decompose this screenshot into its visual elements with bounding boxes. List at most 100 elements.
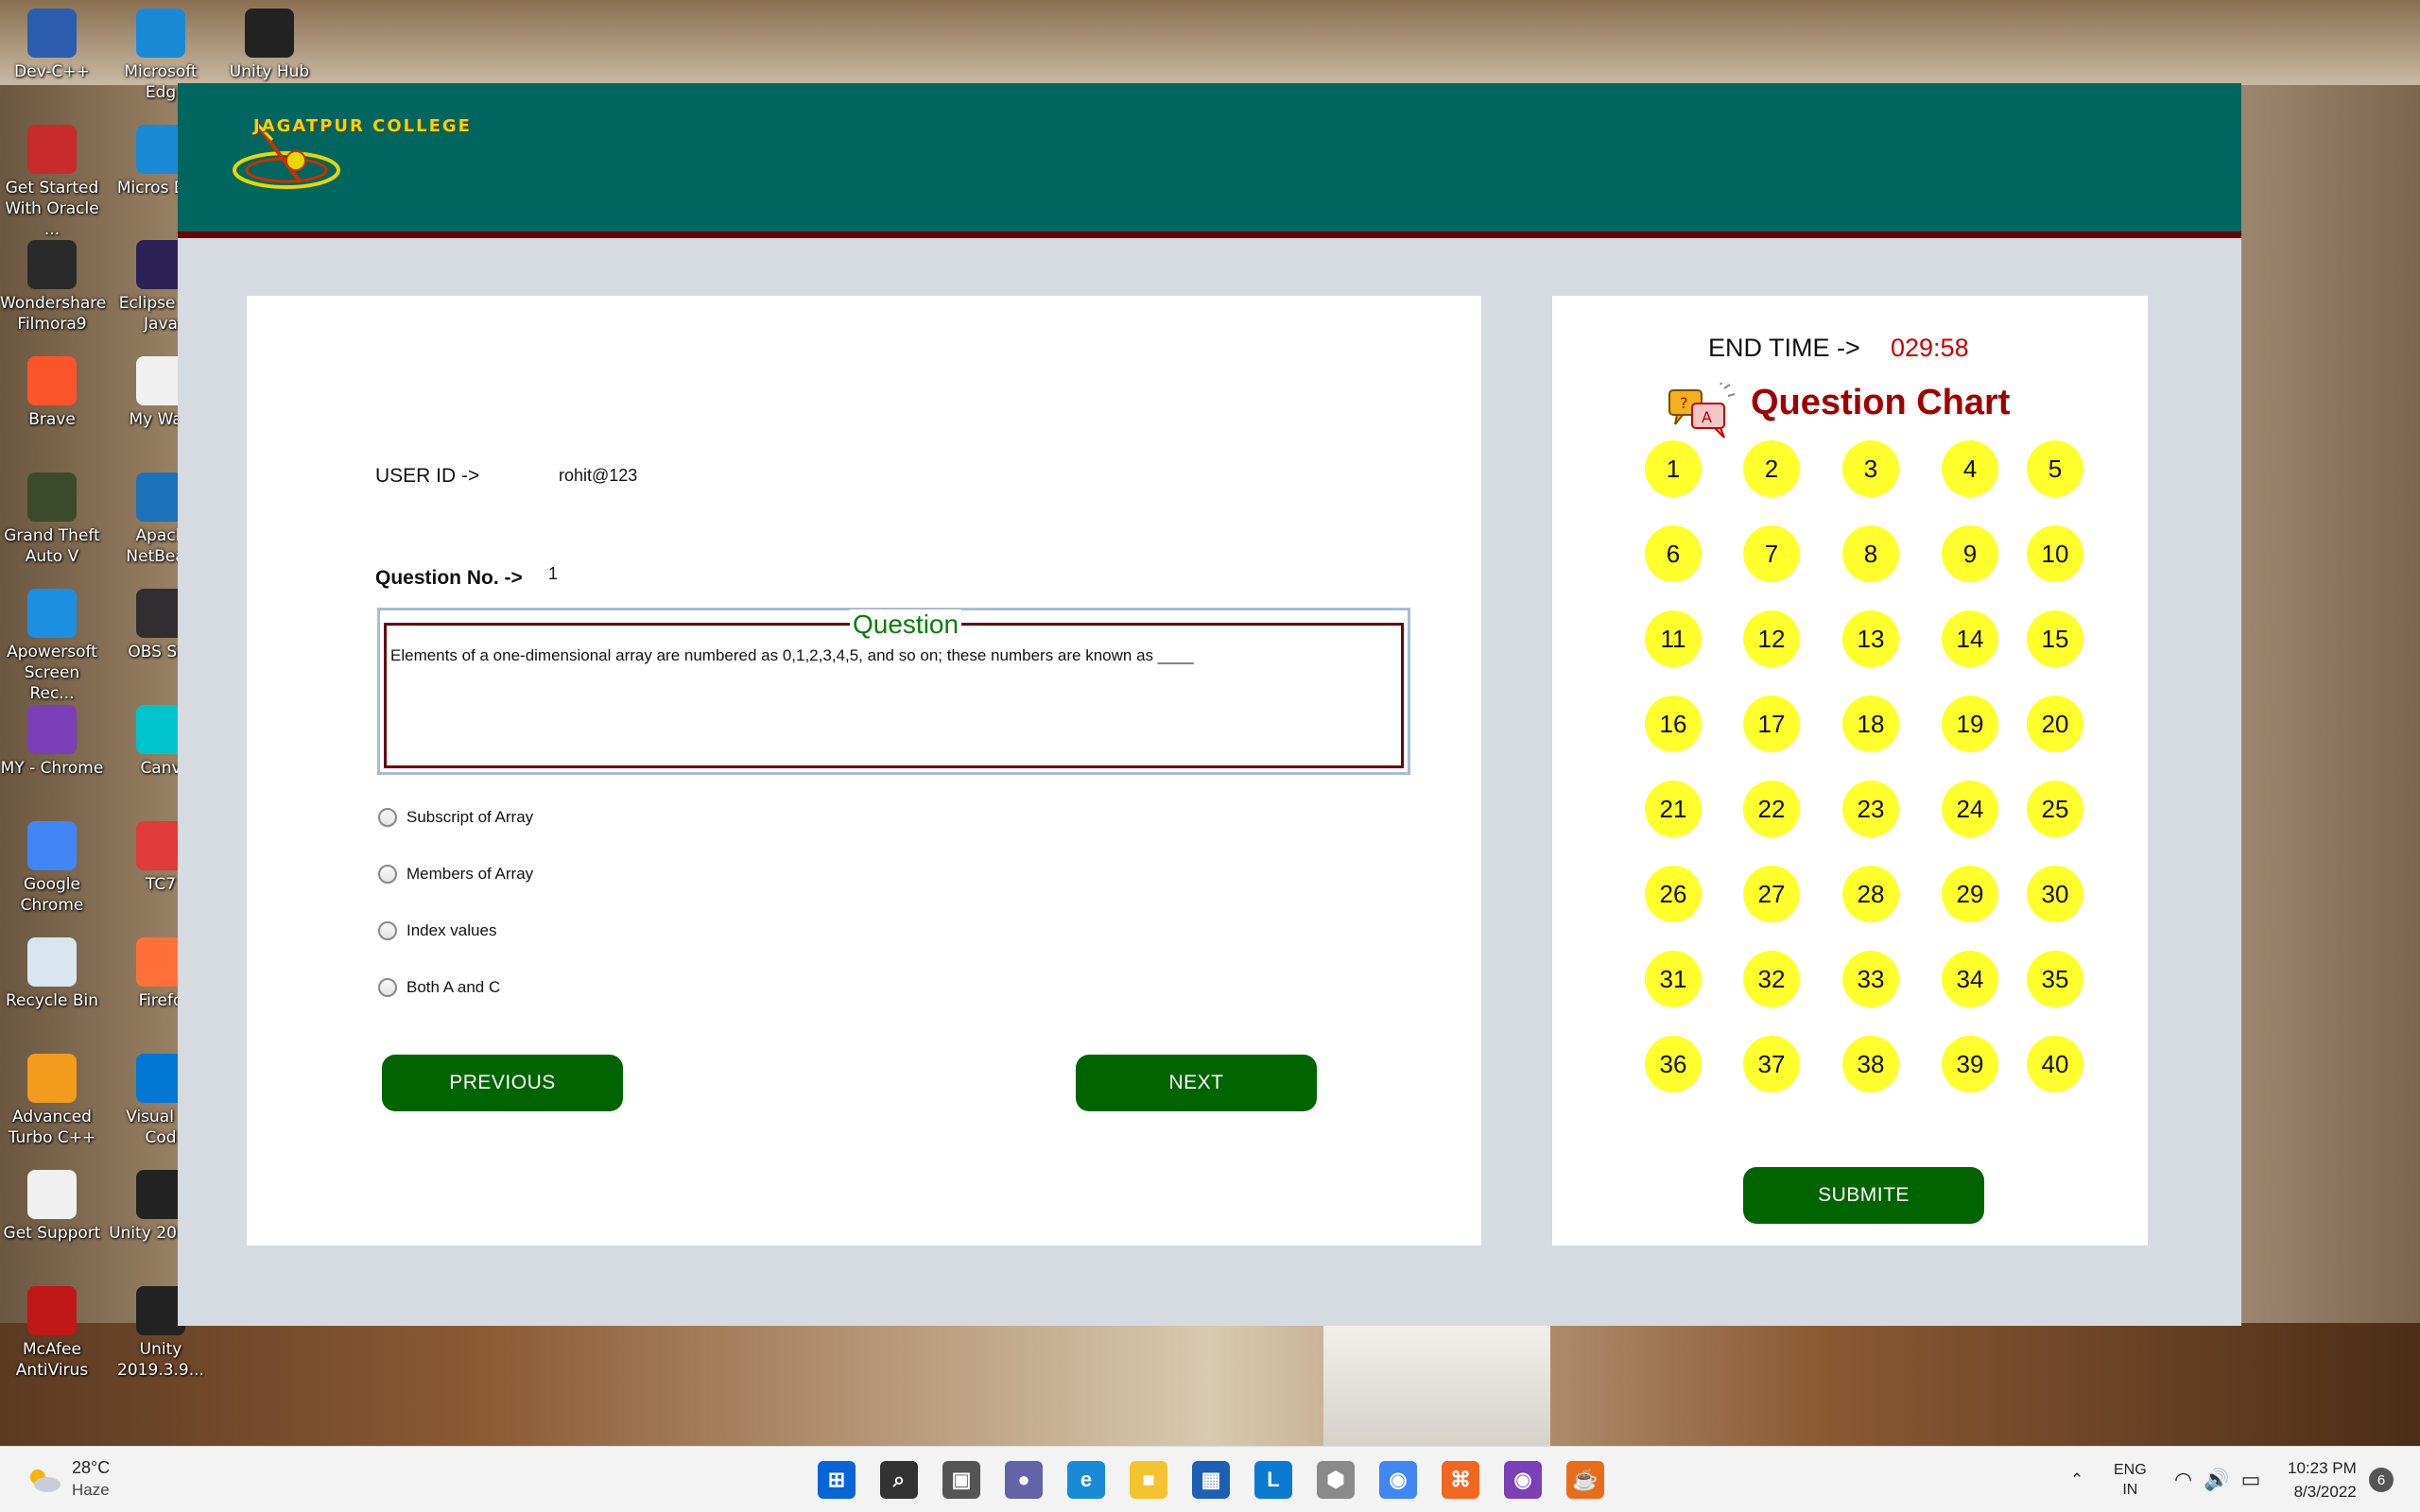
volume-icon[interactable]: 🔊 xyxy=(2204,1468,2229,1492)
question-number-button[interactable]: 25 xyxy=(2027,781,2083,837)
radio-button[interactable] xyxy=(378,978,397,997)
question-number-button[interactable]: 14 xyxy=(1942,610,1998,667)
question-number-button[interactable]: 19 xyxy=(1942,696,1998,752)
question-number-button[interactable]: 15 xyxy=(2027,610,2083,667)
turbo-cpp-icon[interactable] xyxy=(27,1054,77,1103)
question-number-button[interactable]: 38 xyxy=(1842,1036,1899,1092)
oracle-icon[interactable] xyxy=(27,125,77,174)
notification-badge[interactable]: 6 xyxy=(2369,1468,2394,1492)
question-number-button[interactable]: 5 xyxy=(2027,440,2083,497)
chrome-profile-icon[interactable]: ◉ xyxy=(1504,1461,1542,1499)
question-number-button[interactable]: 9 xyxy=(1942,525,1998,582)
question-number-button[interactable]: 21 xyxy=(1645,781,1702,837)
desktop-shortcut[interactable]: MY - Chrome xyxy=(0,701,104,779)
apowersoft-icon[interactable] xyxy=(27,589,77,638)
edge-icon[interactable]: e xyxy=(1067,1461,1105,1499)
question-number-button[interactable]: 34 xyxy=(1942,951,1998,1007)
option-c[interactable]: Index values xyxy=(378,919,496,942)
question-number-button[interactable]: 16 xyxy=(1645,696,1702,752)
start-icon[interactable]: ⊞ xyxy=(818,1461,856,1499)
weather-description[interactable]: Haze xyxy=(72,1481,110,1500)
option-a[interactable]: Subscript of Array xyxy=(378,806,533,829)
question-number-button[interactable]: 37 xyxy=(1743,1036,1800,1092)
question-number-button[interactable]: 26 xyxy=(1645,866,1702,922)
radio-button[interactable] xyxy=(378,808,397,827)
question-number-button[interactable]: 27 xyxy=(1743,866,1800,922)
filmora-icon[interactable] xyxy=(27,240,77,289)
java-icon[interactable]: ☕ xyxy=(1566,1461,1604,1499)
desktop-shortcut[interactable]: Get Support xyxy=(0,1166,104,1244)
recycle-bin-icon[interactable] xyxy=(27,937,77,987)
question-number-button[interactable]: 31 xyxy=(1645,951,1702,1007)
chat-icon[interactable]: ● xyxy=(1005,1461,1043,1499)
next-button[interactable]: NEXT xyxy=(1076,1055,1317,1111)
question-number-button[interactable]: 12 xyxy=(1743,610,1800,667)
mcafee-icon[interactable] xyxy=(27,1286,77,1335)
question-number-button[interactable]: 17 xyxy=(1743,696,1800,752)
clock[interactable]: 10:23 PM 8/3/2022 xyxy=(2288,1456,2357,1503)
desktop-shortcut[interactable]: Dev-C++ xyxy=(0,5,104,82)
option-b[interactable]: Members of Array xyxy=(378,863,533,885)
question-number-button[interactable]: 30 xyxy=(2027,866,2083,922)
question-number-button[interactable]: 32 xyxy=(1743,951,1800,1007)
question-number-button[interactable]: 23 xyxy=(1842,781,1899,837)
show-hidden-icons[interactable]: ⌃ xyxy=(2070,1447,2083,1512)
question-number-button[interactable]: 22 xyxy=(1743,781,1800,837)
desktop-shortcut[interactable]: Grand Theft Auto V xyxy=(0,469,104,567)
desktop-shortcut[interactable]: Brave xyxy=(0,352,104,430)
xampp-icon[interactable]: ⌘ xyxy=(1442,1461,1479,1499)
system-tray[interactable]: ◠ 🔊 ▭ xyxy=(2174,1447,2260,1512)
gta-icon[interactable] xyxy=(27,472,77,522)
question-number-button[interactable]: 28 xyxy=(1842,866,1899,922)
desktop-shortcut[interactable]: Google Chrome xyxy=(0,817,104,916)
package-icon[interactable]: ⬢ xyxy=(1317,1461,1355,1499)
radio-button[interactable] xyxy=(378,865,397,884)
file-explorer-icon[interactable]: ■ xyxy=(1130,1461,1167,1499)
desktop-shortcut[interactable]: Unity Hub xyxy=(217,5,321,82)
question-number-button[interactable]: 11 xyxy=(1645,610,1702,667)
desktop-shortcut[interactable]: Apowersoft Screen Rec... xyxy=(0,585,104,704)
question-number-button[interactable]: 20 xyxy=(2027,696,2083,752)
chevron-up-icon[interactable]: ⌃ xyxy=(2070,1470,2083,1489)
battery-icon[interactable]: ▭ xyxy=(2241,1468,2261,1492)
question-number-button[interactable]: 8 xyxy=(1842,525,1899,582)
search-icon[interactable]: ⌕ xyxy=(880,1461,918,1499)
question-number-button[interactable]: 1 xyxy=(1645,440,1702,497)
question-number-button[interactable]: 35 xyxy=(2027,951,2083,1007)
desktop-shortcut[interactable]: Advanced Turbo C++ xyxy=(0,1050,104,1148)
question-number-button[interactable]: 29 xyxy=(1942,866,1998,922)
previous-button[interactable]: PREVIOUS xyxy=(382,1055,623,1111)
question-number-button[interactable]: 3 xyxy=(1842,440,1899,497)
option-d[interactable]: Both A and C xyxy=(378,976,500,999)
question-number-button[interactable]: 4 xyxy=(1942,440,1998,497)
question-number-button[interactable]: 18 xyxy=(1842,696,1899,752)
store-icon[interactable]: ▦ xyxy=(1192,1461,1230,1499)
question-number-button[interactable]: 36 xyxy=(1645,1036,1702,1092)
file-icon[interactable] xyxy=(27,1170,77,1219)
language-indicator[interactable]: ENG IN xyxy=(2114,1447,2147,1512)
unity-hub-icon[interactable] xyxy=(245,9,294,58)
submit-button[interactable]: SUBMITE xyxy=(1743,1167,1984,1224)
wifi-icon[interactable]: ◠ xyxy=(2174,1468,2192,1492)
desktop-shortcut[interactable]: Wondershare Filmora9 xyxy=(0,236,106,335)
devcpp-icon[interactable] xyxy=(27,9,77,58)
brave-icon[interactable] xyxy=(27,356,77,405)
question-number-button[interactable]: 13 xyxy=(1842,610,1899,667)
chrome-profile-icon[interactable] xyxy=(27,705,77,754)
radio-button[interactable] xyxy=(378,921,397,940)
weather-temperature[interactable]: 28°C xyxy=(72,1458,110,1478)
question-number-button[interactable]: 10 xyxy=(2027,525,2083,582)
desktop-shortcut[interactable]: Get Started With Oracle ... xyxy=(0,121,104,240)
question-number-button[interactable]: 24 xyxy=(1942,781,1998,837)
question-number-button[interactable]: 7 xyxy=(1743,525,1800,582)
question-number-button[interactable]: 6 xyxy=(1645,525,1702,582)
chrome-icon[interactable]: ◉ xyxy=(1379,1461,1417,1499)
question-number-button[interactable]: 2 xyxy=(1743,440,1800,497)
l-app-icon[interactable]: L xyxy=(1254,1461,1292,1499)
task-view-icon[interactable]: ▣ xyxy=(942,1461,980,1499)
question-number-button[interactable]: 39 xyxy=(1942,1036,1998,1092)
question-number-button[interactable]: 33 xyxy=(1842,951,1899,1007)
desktop-shortcut[interactable]: McAfee AntiVirus xyxy=(0,1282,104,1381)
edge-icon[interactable] xyxy=(136,9,185,58)
haze-weather-icon[interactable] xyxy=(25,1464,62,1496)
